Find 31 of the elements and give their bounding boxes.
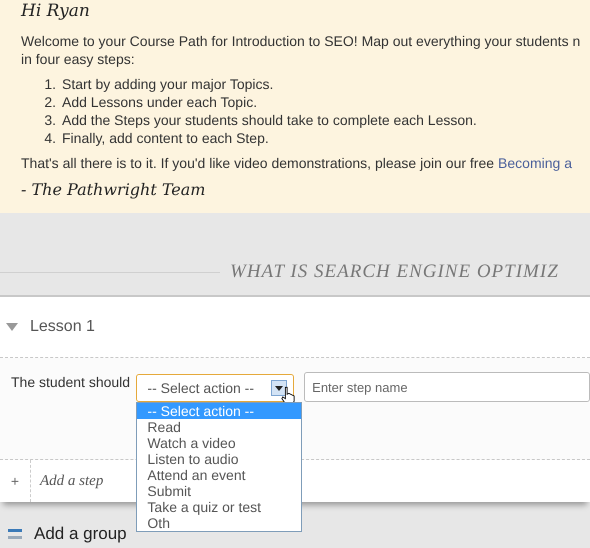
list-number: 3. [43, 111, 56, 129]
list-text: Start by adding your major Topics. [62, 75, 274, 93]
list-text: Finally, add content to each Step. [62, 129, 269, 147]
dropdown-option[interactable]: Oth [137, 515, 302, 531]
dropdown-option[interactable]: Read [137, 419, 302, 435]
add-button[interactable]: + [0, 460, 31, 502]
signature: - The Pathwright Team [21, 180, 206, 199]
list-number: 4. [43, 129, 56, 147]
intro-text: in four easy steps: [21, 50, 135, 68]
greeting: Hi Ryan [21, 0, 91, 22]
dropdown-option[interactable]: Submit [137, 483, 302, 499]
dropdown-option[interactable]: Watch a video [137, 435, 302, 451]
step-name-field[interactable]: Enter step name [304, 372, 590, 402]
action-dropdown[interactable]: -- Select action -- [136, 374, 294, 402]
list-number: 1. [43, 75, 56, 93]
lesson-title[interactable]: Lesson 1 [30, 318, 95, 336]
field-label: The student should [11, 374, 132, 390]
link[interactable]: Becoming a [498, 154, 572, 172]
dropdown-option[interactable]: Listen to audio [137, 451, 302, 467]
list-text: Add the Steps your students should take to complete each Lesson. [62, 111, 477, 129]
group-icon[interactable] [8, 529, 22, 539]
dropdown-option[interactable]: Attend an event [137, 467, 302, 483]
list-text: Add Lessons under each Topic. [62, 93, 258, 111]
add-step-link[interactable]: Add a step [31, 460, 104, 502]
expand-triangle-icon[interactable] [6, 323, 18, 331]
add-group-link[interactable]: Add a group [34, 524, 127, 544]
dropdown-option[interactable]: Take a quiz or test [137, 499, 302, 515]
section-title: WHAT IS SEARCH ENGINE OPTIMIZ [230, 261, 559, 283]
intro-text: Welcome to your Course Path for Introduction to SEO! Map out everything your students n [21, 32, 580, 50]
list-number: 2. [43, 93, 56, 111]
outro-text: That's all there is to it. If you'd like video demonstrations, please join our free [21, 154, 494, 172]
